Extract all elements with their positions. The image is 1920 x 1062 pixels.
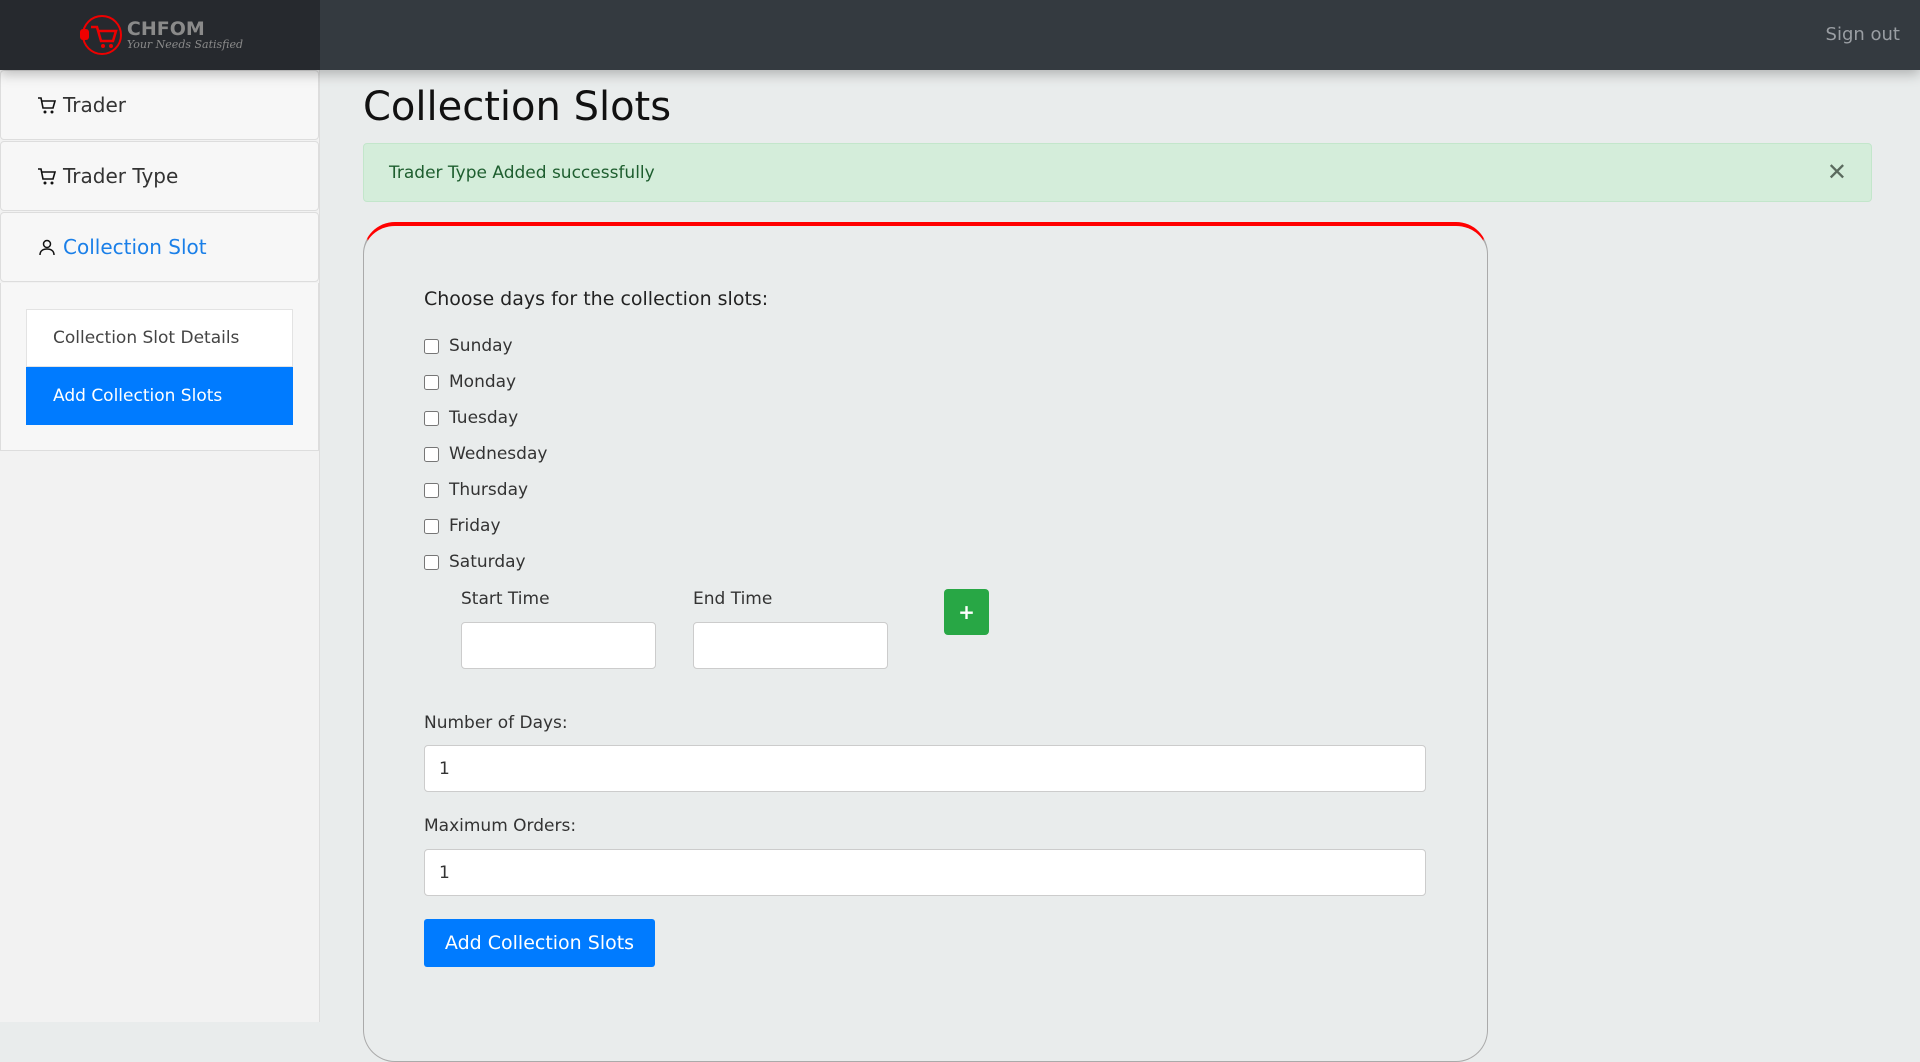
success-alert: Trader Type Added successfully ✕: [363, 143, 1872, 202]
sidebar-item-trader-type[interactable]: Trader Type: [0, 141, 319, 211]
collection-slot-submenu: Collection Slot Details Add Collection S…: [0, 283, 319, 451]
checkbox[interactable]: [424, 338, 439, 354]
end-time-input[interactable]: [693, 622, 888, 669]
number-of-days-label: Number of Days:: [424, 713, 568, 733]
cart-logo-icon: [79, 15, 122, 55]
sidebar-item-label: Trader Type: [63, 164, 179, 188]
start-time-label: Start Time: [461, 589, 550, 609]
submenu-collection-slot-details[interactable]: Collection Slot Details: [26, 309, 293, 367]
page-title: Collection Slots: [363, 84, 672, 130]
day-label: Wednesday: [449, 444, 548, 464]
checkbox[interactable]: [424, 374, 439, 390]
brand-name: CHFOM: [126, 18, 205, 40]
sidebar-item-trader[interactable]: Trader: [0, 70, 319, 140]
checkbox[interactable]: [424, 518, 439, 534]
day-label: Monday: [449, 372, 517, 392]
user-icon: [39, 239, 55, 256]
day-label: Sunday: [449, 336, 513, 356]
day-checkbox-wednesday[interactable]: Wednesday: [424, 444, 547, 464]
day-label: Tuesday: [449, 408, 519, 428]
days-label: Choose days for the collection slots:: [424, 288, 769, 310]
add-collection-slots-button[interactable]: Add Collection Slots: [424, 919, 655, 967]
alert-message: Trader Type Added successfully: [389, 162, 655, 183]
cart-icon: [38, 97, 57, 114]
day-label: Thursday: [449, 480, 529, 500]
day-checkbox-saturday[interactable]: Saturday: [424, 552, 526, 572]
end-time-label: End Time: [693, 589, 773, 609]
day-label: Friday: [449, 516, 501, 536]
sidebar-item-label: Collection Slot: [63, 235, 207, 259]
day-checkbox-sunday[interactable]: Sunday: [424, 336, 513, 356]
checkbox[interactable]: [424, 446, 439, 462]
number-of-days-input[interactable]: [424, 745, 1426, 792]
maximum-orders-label: Maximum Orders:: [424, 816, 577, 836]
day-checkbox-tuesday[interactable]: Tuesday: [424, 408, 518, 428]
checkbox[interactable]: [424, 554, 439, 570]
day-label: Saturday: [449, 552, 526, 572]
day-checkbox-monday[interactable]: Monday: [424, 372, 516, 392]
checkbox[interactable]: [424, 482, 439, 498]
sidebar: Trader Trader Type Collection Slot Colle…: [0, 70, 320, 1022]
maximum-orders-input[interactable]: [424, 849, 1426, 896]
sign-out-link[interactable]: Sign out: [1826, 24, 1900, 45]
add-time-button[interactable]: +: [944, 589, 989, 635]
top-navbar: CHFOM Your Needs Satisfied Sign out: [0, 0, 1920, 70]
day-checkbox-thursday[interactable]: Thursday: [424, 480, 528, 500]
close-icon[interactable]: ✕: [1827, 158, 1847, 186]
cart-icon: [38, 168, 57, 185]
sidebar-item-label: Trader: [63, 93, 126, 117]
checkbox[interactable]: [424, 410, 439, 426]
brand-tagline: Your Needs Satisfied: [126, 38, 244, 51]
sidebar-item-collection-slot[interactable]: Collection Slot: [0, 212, 319, 282]
day-checkbox-friday[interactable]: Friday: [424, 516, 501, 536]
start-time-input[interactable]: [461, 622, 656, 669]
collection-slot-form: Choose days for the collection slots: Su…: [363, 222, 1488, 1062]
submenu-add-collection-slots[interactable]: Add Collection Slots: [26, 367, 293, 425]
brand-logo[interactable]: CHFOM Your Needs Satisfied: [0, 0, 320, 70]
